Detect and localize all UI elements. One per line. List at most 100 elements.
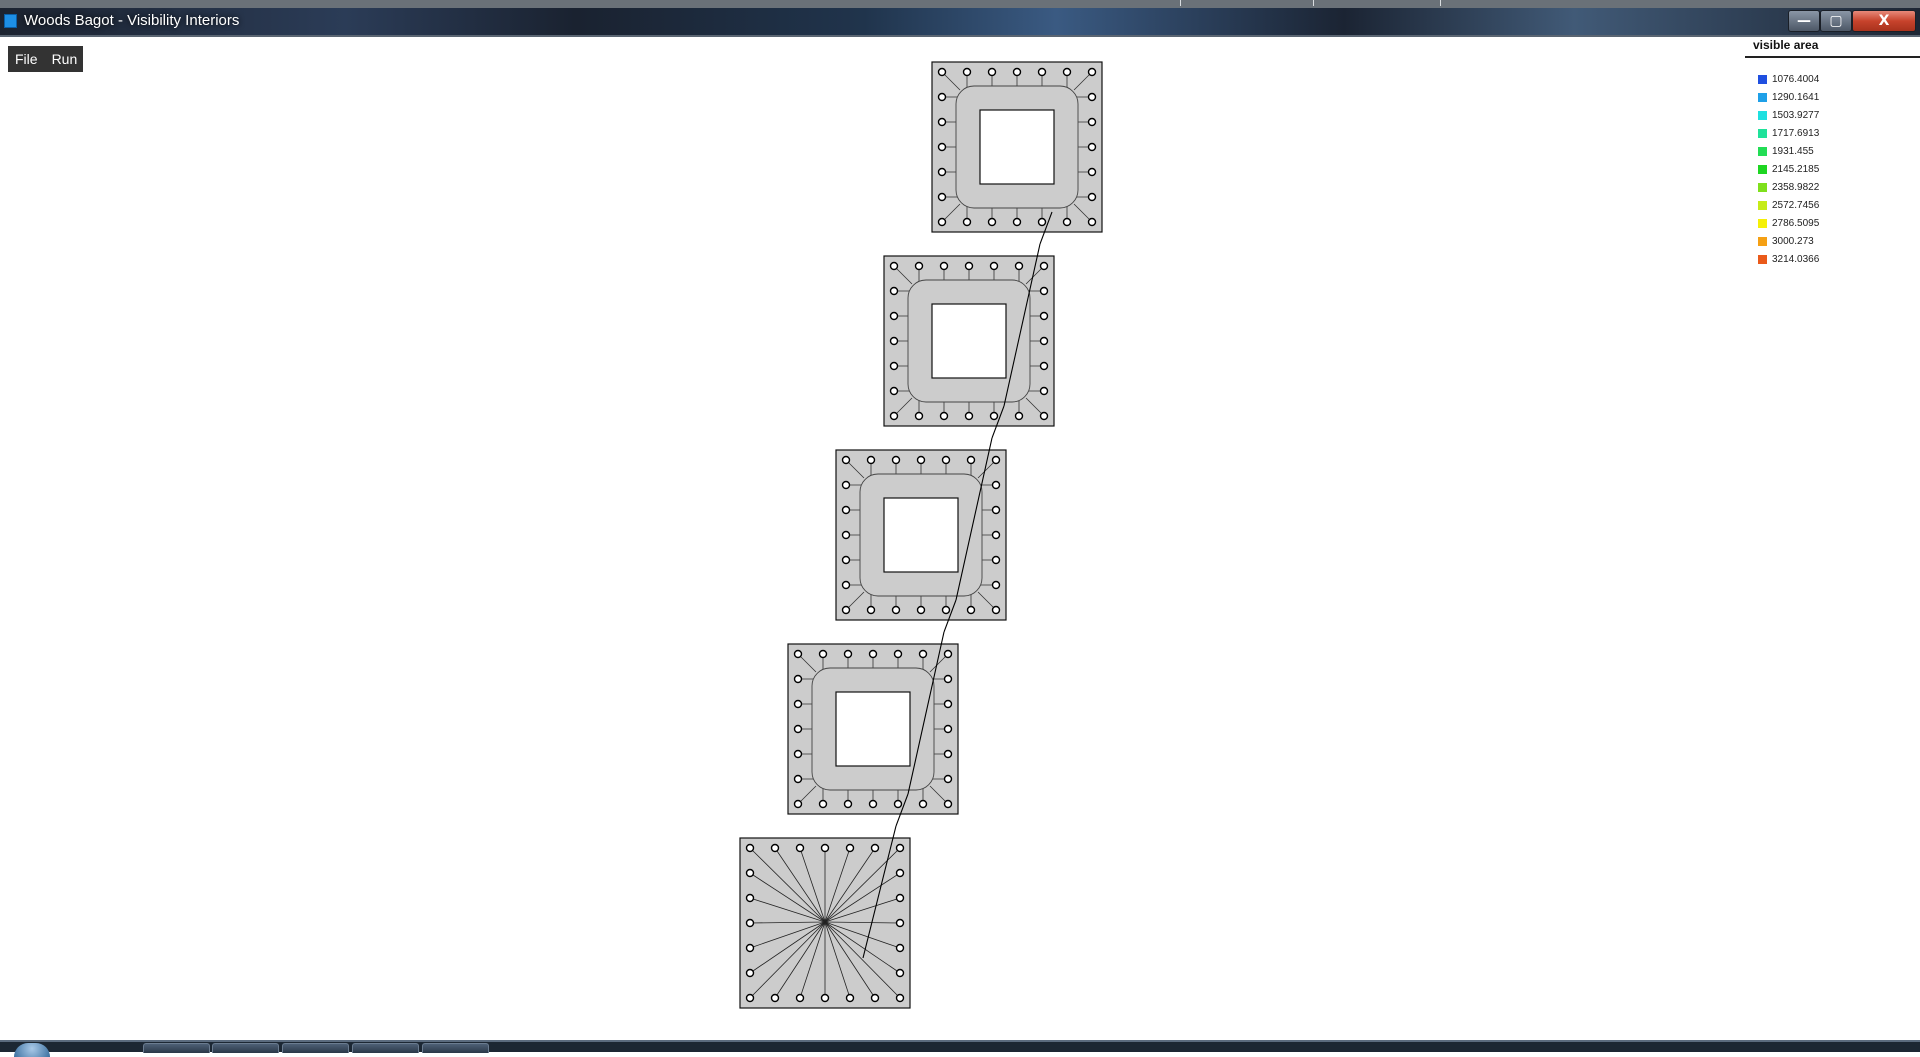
observer-point — [937, 117, 947, 127]
core-void — [835, 691, 911, 767]
legend-item: 2786.5095 — [1758, 214, 1920, 232]
observer-point — [943, 724, 953, 734]
legend-label: 1076.4004 — [1772, 73, 1820, 85]
legend-swatch — [1758, 164, 1767, 174]
legend-swatch — [1758, 92, 1767, 102]
close-icon: X — [1878, 13, 1890, 29]
observer-point — [1039, 261, 1049, 271]
observer-point — [889, 411, 899, 421]
observer-point — [966, 605, 976, 615]
observer-point — [941, 455, 951, 465]
observer-point — [895, 943, 905, 953]
maximize-icon: ▢ — [1829, 13, 1843, 29]
visibility-canvas[interactable] — [0, 38, 1740, 1038]
observer-point — [1087, 67, 1097, 77]
observer-point — [1062, 67, 1072, 77]
core-void — [931, 303, 1007, 379]
observer-point — [793, 649, 803, 659]
legend-item: 2358.9822 — [1758, 178, 1920, 196]
maximize-button[interactable]: ▢ — [1820, 10, 1852, 32]
observer-point — [989, 261, 999, 271]
close-button[interactable]: X — [1852, 10, 1916, 32]
observer-point — [889, 286, 899, 296]
legend-divider — [1745, 56, 1920, 58]
observer-point — [895, 843, 905, 853]
observer-point — [818, 799, 828, 809]
observer-point — [793, 749, 803, 759]
taskbar-button[interactable] — [282, 1043, 349, 1053]
window-title: Woods Bagot - Visibility Interiors — [24, 12, 240, 29]
observer-point — [745, 943, 755, 953]
observer-point — [841, 480, 851, 490]
observer-point — [989, 411, 999, 421]
observer-point — [818, 649, 828, 659]
observer-point — [1062, 217, 1072, 227]
observer-point — [895, 893, 905, 903]
observer-point — [1039, 386, 1049, 396]
observer-point — [793, 774, 803, 784]
observer-point — [939, 261, 949, 271]
observer-point — [893, 799, 903, 809]
taskbar-button[interactable] — [212, 1043, 279, 1053]
observer-point — [745, 993, 755, 1003]
observer-point — [962, 67, 972, 77]
observer-point — [889, 386, 899, 396]
legend-label: 1717.6913 — [1772, 127, 1820, 139]
observer-point — [795, 843, 805, 853]
minimize-icon: — — [1797, 13, 1811, 29]
minimize-button[interactable]: — — [1788, 10, 1820, 32]
legend-label: 3214.0366 — [1772, 253, 1820, 265]
observer-point — [895, 968, 905, 978]
observer-point — [1039, 361, 1049, 371]
observer-point — [889, 261, 899, 271]
observer-point — [843, 649, 853, 659]
desktop-segment — [1180, 0, 1311, 6]
taskbar-button[interactable] — [143, 1043, 210, 1053]
observer-point — [991, 480, 1001, 490]
legend-label: 2358.9822 — [1772, 181, 1820, 193]
observer-point — [793, 799, 803, 809]
legend-item: 3000.273 — [1758, 232, 1920, 250]
taskbar-button[interactable] — [352, 1043, 419, 1053]
core-void — [979, 109, 1055, 185]
observer-point — [962, 217, 972, 227]
observer-point — [841, 605, 851, 615]
legend-item: 3214.0366 — [1758, 250, 1920, 268]
taskbar-button[interactable] — [422, 1043, 489, 1053]
observer-point — [891, 455, 901, 465]
legend-label: 2572.7456 — [1772, 199, 1820, 211]
observer-point — [916, 605, 926, 615]
observer-point — [918, 649, 928, 659]
observer-point — [943, 649, 953, 659]
observer-point — [914, 411, 924, 421]
observer-point — [966, 455, 976, 465]
taskbar — [0, 1040, 1920, 1057]
observer-point — [745, 918, 755, 928]
observer-point — [1037, 67, 1047, 77]
observer-point — [937, 167, 947, 177]
observer-point — [943, 674, 953, 684]
legend-label: 3000.273 — [1772, 235, 1814, 247]
legend-label: 2786.5095 — [1772, 217, 1820, 229]
legend-swatch — [1758, 200, 1767, 210]
legend: visible area 1076.4004 1290.1641 1503.9277… — [1745, 38, 1920, 268]
start-button[interactable] — [14, 1043, 50, 1057]
legend-item: 1503.9277 — [1758, 106, 1920, 124]
observer-point — [745, 868, 755, 878]
observer-point — [866, 605, 876, 615]
observer-point — [1087, 142, 1097, 152]
observer-point — [845, 993, 855, 1003]
observer-point — [841, 505, 851, 515]
legend-swatch — [1758, 254, 1767, 264]
observer-point — [918, 799, 928, 809]
observer-point — [1014, 261, 1024, 271]
legend-item: 1290.1641 — [1758, 88, 1920, 106]
legend-item: 2145.2185 — [1758, 160, 1920, 178]
legend-label: 1931.455 — [1772, 145, 1814, 157]
observer-point — [895, 868, 905, 878]
observer-point — [889, 336, 899, 346]
legend-item: 1717.6913 — [1758, 124, 1920, 142]
observer-point — [870, 993, 880, 1003]
legend-label: 2145.2185 — [1772, 163, 1820, 175]
observer-point — [891, 605, 901, 615]
